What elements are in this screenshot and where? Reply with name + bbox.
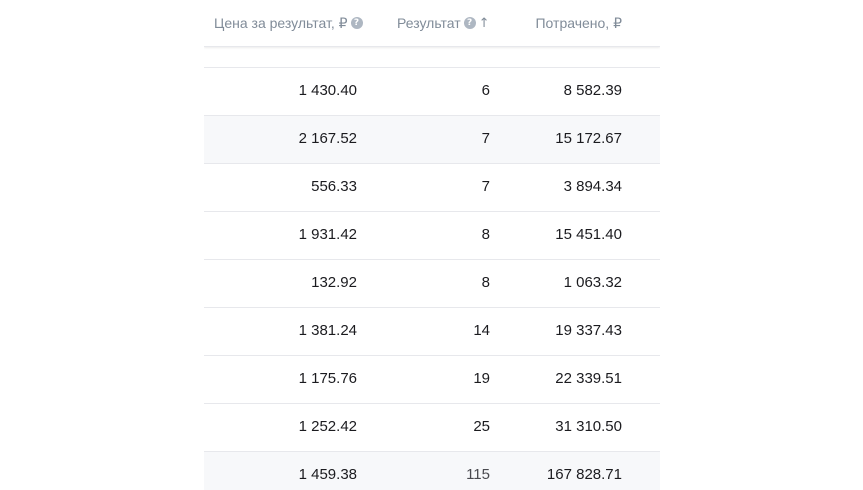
cell-result: 7 [481, 130, 490, 147]
table-row: 1 430.40 6 8 582.39 [204, 68, 660, 116]
cell-spent: 31 310.50 [555, 418, 622, 435]
cell-price: 1 931.42 [298, 226, 357, 243]
sort-arrow-up-icon[interactable]: ↑ [479, 16, 490, 31]
total-result: 115 [466, 466, 490, 483]
total-price: 1 459.38 [298, 466, 357, 483]
column-header-spent[interactable]: Потрачено, ₽ [535, 14, 622, 32]
cell-spent: 1 063.32 [563, 274, 622, 291]
cell-price: 1 175.76 [298, 370, 357, 387]
column-header-price[interactable]: Цена за результат, ₽ ? [214, 14, 363, 32]
total-spent: 167 828.71 [546, 466, 622, 483]
column-header-spent-label: Потрачено, ₽ [535, 14, 622, 31]
cell-result: 6 [481, 82, 490, 99]
table-total-row: 1 459.38 115 167 828.71 [204, 452, 660, 490]
cell-price: 2 167.52 [298, 130, 357, 147]
table-row: 1 252.42 25 31 310.50 [204, 404, 660, 452]
cell-result: 8 [481, 274, 490, 291]
cell-result: 25 [473, 418, 490, 435]
cell-spent: 15 451.40 [555, 226, 622, 243]
table-row: 2 167.52 7 15 172.67 [204, 116, 660, 164]
column-header-result-label: Результат [397, 15, 461, 31]
cell-price: 132.92 [311, 274, 357, 291]
cell-result: 8 [481, 226, 490, 243]
cell-result: 19 [473, 370, 490, 387]
table-row: 1 381.24 14 19 337.43 [204, 308, 660, 356]
table-row: 132.92 8 1 063.32 [204, 260, 660, 308]
cell-result: 7 [481, 178, 490, 195]
cell-price: 1 252.42 [298, 418, 357, 435]
table-body: 1452.51 6 8 694.07 1 430.40 6 8 582.39 2… [204, 20, 660, 490]
cell-spent: 22 339.51 [555, 370, 622, 387]
help-icon[interactable]: ? [463, 17, 476, 29]
column-header-price-label: Цена за результат, ₽ [214, 14, 348, 31]
cell-price: 1 430.40 [298, 82, 357, 99]
table-header: Цена за результат, ₽ ? Результат ? ↑ Пот… [204, 0, 660, 47]
cell-result: 14 [473, 322, 490, 339]
column-header-result[interactable]: Результат ? ↑ [397, 14, 490, 32]
stats-table: Цена за результат, ₽ ? Результат ? ↑ Пот… [204, 0, 660, 490]
table-row: 1 175.76 19 22 339.51 [204, 356, 660, 404]
cell-spent: 8 582.39 [563, 82, 622, 99]
table-row: 1 931.42 8 15 451.40 [204, 212, 660, 260]
cell-price: 1 381.24 [298, 322, 357, 339]
help-icon[interactable]: ? [350, 17, 363, 29]
cell-spent: 3 894.34 [563, 178, 622, 195]
cell-price: 556.33 [311, 178, 357, 195]
cell-spent: 15 172.67 [555, 130, 622, 147]
cell-spent: 19 337.43 [555, 322, 622, 339]
table-row: 556.33 7 3 894.34 [204, 164, 660, 212]
